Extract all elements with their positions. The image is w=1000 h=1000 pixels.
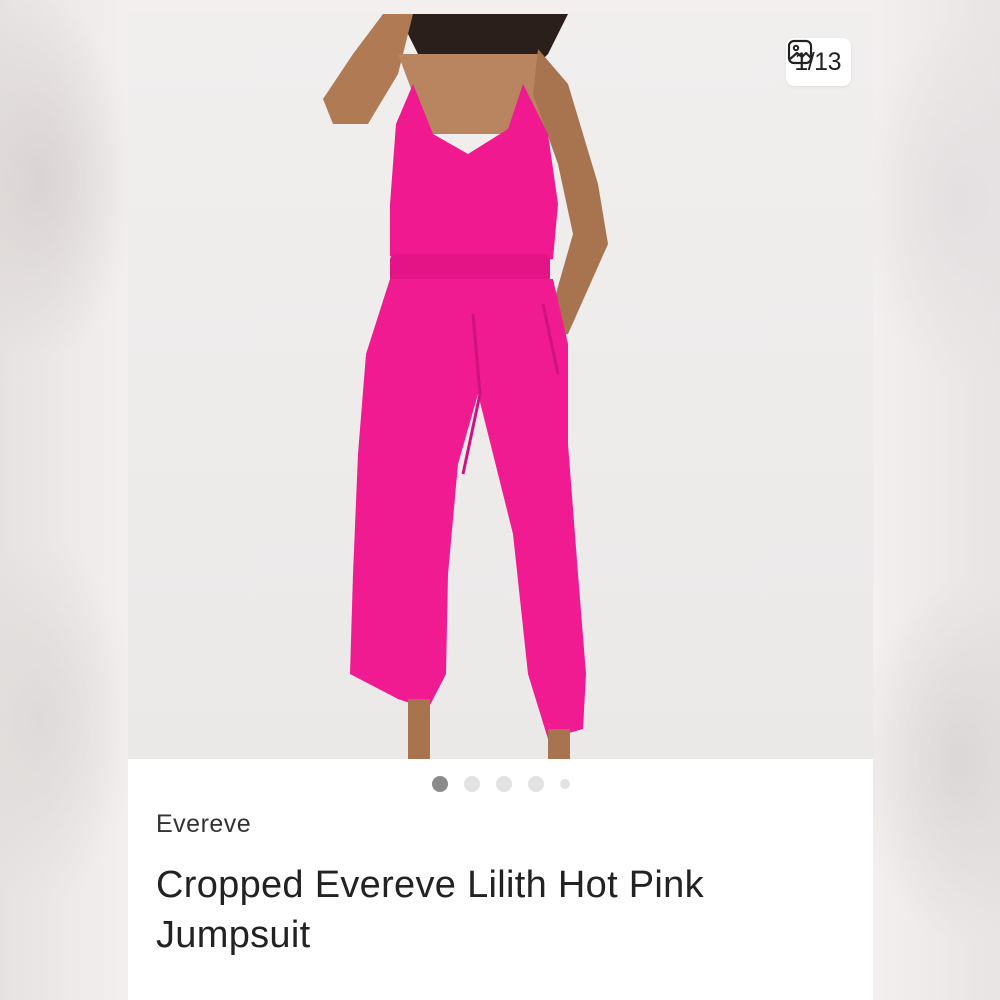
model-illustration (323, 14, 608, 759)
image-counter-badge[interactable]: 1/13 (786, 38, 851, 86)
carousel-dots (128, 774, 873, 794)
brand-name[interactable]: Evereve (156, 810, 251, 839)
product-photo[interactable]: 1/13 (128, 14, 873, 759)
listing-card: 1/13 Evereve Cropped Evereve Lilith Hot … (128, 14, 873, 1000)
carousel-dot-1[interactable] (431, 776, 448, 792)
carousel-dot-2[interactable] (463, 776, 480, 792)
listing-title: Cropped Evereve Lilith Hot Pink Jumpsuit (156, 864, 704, 956)
carousel-dot-3[interactable] (495, 776, 512, 792)
carousel-dot-4[interactable] (527, 776, 544, 792)
carousel-dot-5[interactable] (559, 779, 570, 789)
image-gallery-icon (788, 39, 813, 65)
